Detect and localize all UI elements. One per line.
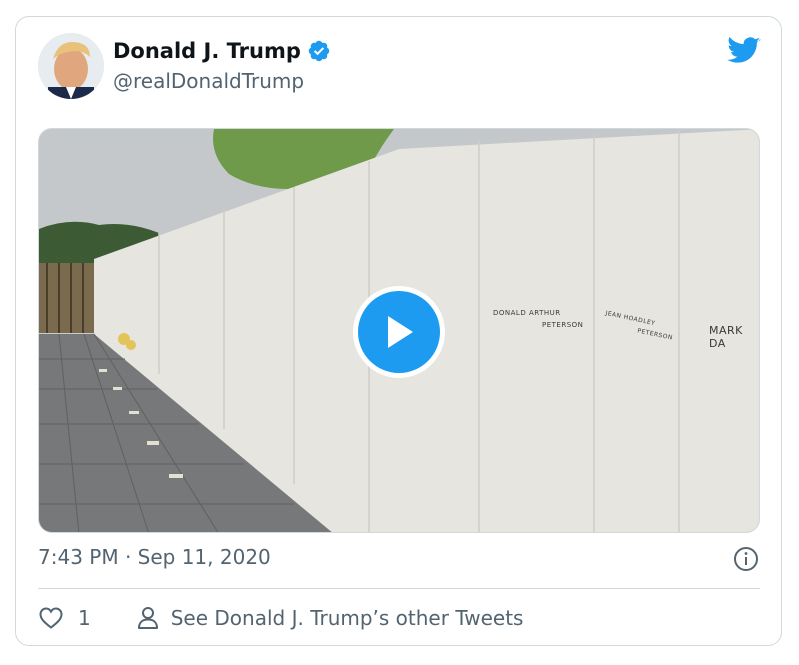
twitter-bird-icon[interactable]: [727, 37, 761, 65]
wall-name-2: PETERSON: [542, 321, 584, 329]
tweet-video[interactable]: DONALD ARTHUR PETERSON JEAN HOADLEY PETE…: [38, 128, 760, 533]
play-button[interactable]: [353, 286, 445, 378]
author-avatar[interactable]: [38, 33, 104, 99]
see-other-tweets-label: See Donald J. Trump’s other Tweets: [170, 606, 524, 630]
like-count: 1: [78, 606, 91, 630]
author-handle[interactable]: @realDonaldTrump: [113, 69, 304, 93]
tweet-card[interactable]: Donald J. Trump @realDonaldTrump DONALD …: [15, 16, 782, 646]
info-icon[interactable]: [733, 546, 759, 572]
wall-name-1: DONALD ARTHUR: [493, 309, 561, 317]
see-other-tweets-link[interactable]: See Donald J. Trump’s other Tweets: [137, 606, 524, 630]
author-name-row: Donald J. Trump: [113, 39, 331, 63]
person-icon: [137, 607, 158, 629]
divider: [38, 588, 760, 589]
tweet-actions: 1 See Donald J. Trump’s other Tweets: [38, 601, 523, 635]
play-icon: [388, 316, 413, 348]
tweet-timestamp[interactable]: 7:43 PM · Sep 11, 2020: [38, 545, 271, 569]
author-name[interactable]: Donald J. Trump: [113, 39, 301, 63]
heart-icon: [39, 607, 63, 629]
wall-name-5: MARK DA: [709, 324, 743, 350]
verified-badge-icon: [308, 40, 330, 62]
like-button[interactable]: 1: [38, 606, 91, 630]
